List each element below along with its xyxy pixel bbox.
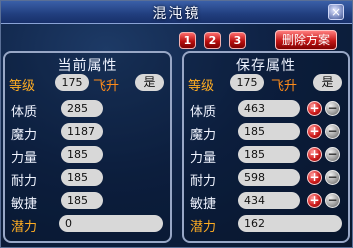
current-stat-value: 1187 <box>61 123 103 140</box>
current-panel-title: 当前属性 <box>57 58 118 74</box>
close-icon[interactable]: × <box>328 4 344 20</box>
current-ascend-label: 飞升 <box>93 79 120 94</box>
increase-icon[interactable]: + <box>307 124 322 139</box>
current-stat-value: 185 <box>61 192 103 209</box>
saved-ascend-value: 是 <box>313 74 342 91</box>
saved-stat-row: 耐力 598 + − <box>188 169 348 189</box>
saved-potential-label: 潜力 <box>190 220 217 235</box>
current-stat-row: 魔力 1187 <box>9 123 169 143</box>
increase-icon[interactable]: + <box>307 193 322 208</box>
saved-stat-label: 力量 <box>190 151 217 166</box>
current-potential-value: 0 <box>59 215 163 232</box>
saved-ascend-label: 飞升 <box>271 79 298 94</box>
chaos-mirror-window: 混沌镜 × 1 2 3 删除方案 当前属性 等级 175 飞升 是 体质 285… <box>0 0 353 248</box>
current-stat-value: 185 <box>61 169 103 186</box>
decrease-icon[interactable]: − <box>325 170 340 185</box>
saved-stat-row: 敏捷 434 + − <box>188 192 348 212</box>
decrease-icon[interactable]: − <box>325 101 340 116</box>
window-title: 混沌镜 <box>152 6 201 22</box>
increase-icon[interactable]: + <box>307 147 322 162</box>
tab-1-button[interactable]: 1 <box>179 32 196 49</box>
saved-stat-row: 体质 463 + − <box>188 100 348 120</box>
saved-stat-value: 598 <box>238 169 300 186</box>
saved-stat-row: 力量 185 + − <box>188 146 348 166</box>
saved-stat-row: 魔力 185 + − <box>188 123 348 143</box>
tab-2-button[interactable]: 2 <box>204 32 221 49</box>
saved-potential-value: 162 <box>238 215 342 232</box>
current-stat-value: 285 <box>61 100 103 117</box>
decrease-icon[interactable]: − <box>325 147 340 162</box>
decrease-icon[interactable]: − <box>325 193 340 208</box>
increase-icon[interactable]: + <box>307 170 322 185</box>
title-bar[interactable]: 混沌镜 × <box>1 1 352 24</box>
saved-stat-value: 185 <box>238 123 300 140</box>
current-level-value: 175 <box>55 74 89 91</box>
current-attributes-panel: 当前属性 等级 175 飞升 是 体质 285 魔力 1187 力量 185 耐… <box>3 51 172 243</box>
current-stat-row: 敏捷 185 <box>9 192 169 212</box>
saved-stat-value: 434 <box>238 192 300 209</box>
saved-level-label: 等级 <box>188 79 215 94</box>
saved-stat-value: 463 <box>238 100 300 117</box>
current-level-label: 等级 <box>9 79 36 94</box>
decrease-icon[interactable]: − <box>325 124 340 139</box>
current-stat-row: 体质 285 <box>9 100 169 120</box>
saved-stat-label: 体质 <box>190 105 217 120</box>
current-stat-row: 耐力 185 <box>9 169 169 189</box>
saved-attributes-panel: 保存属性 等级 175 飞升 是 体质 463 + − 魔力 185 + − 力… <box>182 51 350 243</box>
current-stat-row: 力量 185 <box>9 146 169 166</box>
current-stat-value: 185 <box>61 146 103 163</box>
current-stat-label: 魔力 <box>11 128 38 143</box>
current-stat-label: 耐力 <box>11 174 38 189</box>
current-potential-label: 潜力 <box>11 220 38 235</box>
saved-stat-value: 185 <box>238 146 300 163</box>
saved-level-value: 175 <box>230 74 264 91</box>
current-stat-label: 敏捷 <box>11 197 38 212</box>
saved-level-row: 等级 175 飞升 是 <box>188 74 348 94</box>
current-stat-label: 力量 <box>11 151 38 166</box>
increase-icon[interactable]: + <box>307 101 322 116</box>
saved-panel-title: 保存属性 <box>236 58 296 74</box>
current-level-row: 等级 175 飞升 是 <box>9 74 169 94</box>
tab-3-button[interactable]: 3 <box>229 32 246 49</box>
current-ascend-value: 是 <box>135 74 164 91</box>
saved-stat-label: 魔力 <box>190 128 217 143</box>
saved-potential-row: 潜力 162 <box>188 215 348 235</box>
saved-stat-label: 敏捷 <box>190 197 217 212</box>
current-stat-label: 体质 <box>11 105 38 120</box>
delete-plan-button[interactable]: 删除方案 <box>275 30 337 50</box>
saved-stat-label: 耐力 <box>190 174 217 189</box>
current-potential-row: 潜力 0 <box>9 215 169 235</box>
